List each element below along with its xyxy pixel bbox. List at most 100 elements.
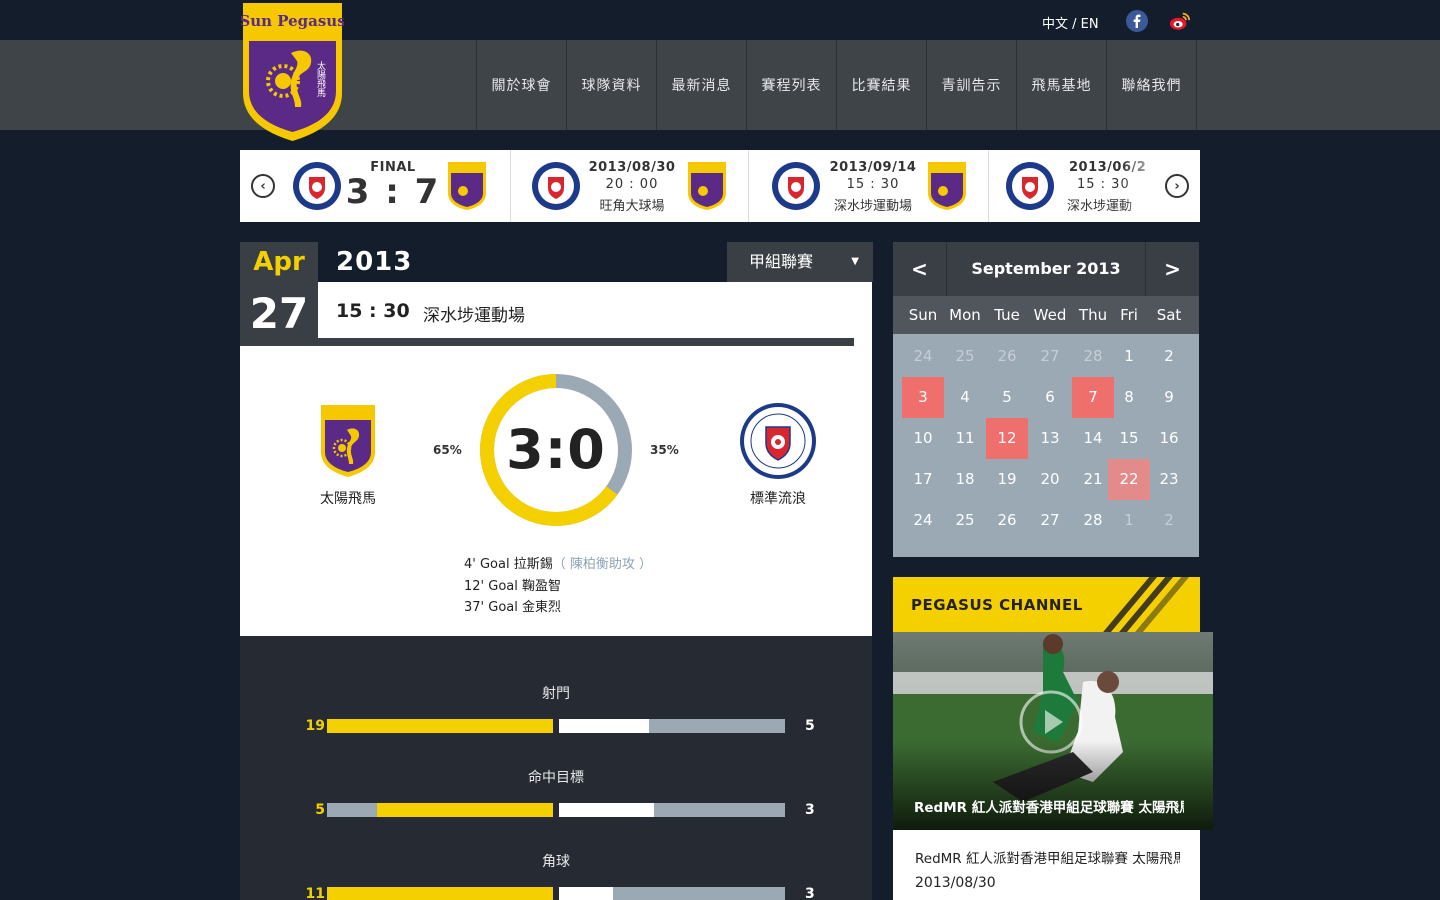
match-month: Apr [240,242,318,282]
fixture-date: 2013/09/14 [829,160,917,175]
fixture-time: 15 : 30 [846,177,900,192]
calendar-day[interactable]: 16 [1148,418,1190,459]
weekday-label: Sun [908,306,938,324]
calendar-day[interactable]: 1 [1108,336,1150,377]
weekday-label: Sat [1156,306,1182,324]
main-nav: 關於球會 球隊資料 最新消息 賽程列表 比賽結果 青訓告示 飛馬基地 聯絡我們 [476,40,1197,130]
carousel-fade [1120,150,1170,222]
channel-caption: RedMR 紅人派對香港甲組足球聯賽 太陽飛馬 [914,800,1184,816]
calendar-day[interactable]: 26 [986,336,1028,377]
match-day: 27 [240,282,318,346]
carousel-next-button[interactable]: › [1165,174,1189,198]
calendar-day[interactable]: 25 [944,336,986,377]
calendar-day[interactable]: 18 [944,459,986,500]
calendar-day-match[interactable]: 22 [1108,459,1150,500]
calendar-day[interactable]: 8 [1108,377,1150,418]
chevron-right-icon: › [1174,178,1180,194]
nav-base[interactable]: 飛馬基地 [1017,40,1107,130]
calendar-prev-button[interactable]: < [893,242,947,296]
calendar-day[interactable]: 4 [944,377,986,418]
nav-about[interactable]: 關於球會 [477,40,567,130]
weekday-label: Fri [1120,306,1138,324]
away-possession: 35% [650,443,679,457]
calendar-day-match[interactable]: 3 [902,377,944,418]
calendar-day[interactable]: 23 [1148,459,1190,500]
match-stats: 射門 19 5 命中目標 5 3 角球 11 3 [240,636,872,900]
channel-item-title[interactable]: RedMR 紅人派對香港甲組足球聯賽 太陽飛馬 [915,847,1180,867]
lang-en-link[interactable]: EN [1081,17,1099,32]
nav-team[interactable]: 球隊資料 [567,40,657,130]
facebook-icon[interactable] [1126,10,1148,32]
stat-away-bar [559,803,785,817]
calendar-header: < September 2013 > [893,242,1199,296]
fixture-card[interactable]: 2013/09/14 15 : 30 深水埗運動場 [748,150,988,222]
calendar-day[interactable]: 25 [944,500,986,541]
standard-rovers-badge-icon [1006,162,1054,210]
goal-event: 37' Goal 金東烈 [464,597,652,619]
calendar-day[interactable]: 24 [902,500,944,541]
match-card: 太陽飛馬 65% 3:0 35% 標準流浪 4' Goal 拉斯錫（ 陳柏衡助攻… [240,346,872,636]
nav-news[interactable]: 最新消息 [657,40,747,130]
match-year: 2013 [336,247,413,277]
fixture-score: 3 : 7 [345,172,441,212]
calendar-day[interactable]: 13 [1029,418,1071,459]
calendar-day[interactable]: 19 [986,459,1028,500]
lang-zh-link[interactable]: 中文 [1042,17,1068,32]
stat-home-shots: 19 [305,718,325,734]
stat-home-fill [376,803,553,817]
stat-label-corners: 角球 [542,854,570,870]
weekday-label: Wed [1033,306,1067,324]
nav-results[interactable]: 比賽結果 [837,40,927,130]
calendar-day[interactable]: 1 [1108,500,1150,541]
goal-events: 4' Goal 拉斯錫（ 陳柏衡助攻 ） 12' Goal 鞠盈智 37' Go… [464,554,652,619]
fixture-card[interactable]: 2013/08/30 20 : 00 旺角大球場 [510,150,748,222]
calendar-day[interactable]: 5 [986,377,1028,418]
goal-event-text: 37' Goal 金東烈 [464,600,561,615]
channel-item[interactable]: RedMR 紅人派對香港甲組足球聯賽 太陽飛馬 2013/08/30 [893,830,1200,900]
home-possession: 65% [433,443,462,457]
calendar-day[interactable]: 27 [1029,500,1071,541]
stat-label-shots: 射門 [542,686,570,702]
sun-pegasus-team-logo-icon [321,405,375,477]
calendar-day[interactable]: 24 [902,336,944,377]
chevron-left-icon: ‹ [260,178,266,194]
nav-youth[interactable]: 青訓告示 [927,40,1017,130]
lang-separator: / [1068,17,1081,32]
top-bar [0,0,1440,40]
stat-label-on-target: 命中目標 [528,770,584,786]
calendar-day[interactable]: 15 [1108,418,1150,459]
carousel-prev-button[interactable]: ‹ [251,174,275,198]
match-time-row: 15 : 30 深水埗運動場 [318,282,872,346]
fixture-date: 2013/08/30 [588,160,676,175]
calendar-day-match[interactable]: 12 [986,418,1028,459]
calendar-day[interactable]: 20 [1029,459,1071,500]
fixture-venue: 旺角大球場 [599,199,665,214]
goal-event-assist: （ 陳柏衡助攻 ） [552,557,652,572]
calendar-next-button[interactable]: > [1145,242,1199,296]
stat-home-bar [327,719,553,733]
calendar-day[interactable]: 26 [986,500,1028,541]
nav-fixtures[interactable]: 賽程列表 [747,40,837,130]
calendar-day[interactable]: 11 [944,418,986,459]
calendar-day[interactable]: 2 [1148,336,1190,377]
calendar-day[interactable]: 6 [1029,377,1071,418]
league-select-value: 甲組聯賽 [749,252,814,271]
match-venue: 深水埗運動場 [423,306,525,326]
calendar-day[interactable]: 27 [1029,336,1071,377]
league-select[interactable]: 甲組聯賽 ▼ [727,242,873,282]
weibo-icon[interactable] [1169,10,1191,32]
stat-away-bar [559,719,785,733]
fixture-card[interactable]: FINAL 3 : 7 [240,150,510,222]
nav-contact[interactable]: 聯絡我們 [1107,40,1197,130]
sun-pegasus-logo[interactable]: Sun Pegasus 太陽飛馬 [241,1,344,142]
stat-home-corners: 11 [305,886,325,900]
stat-away-on-target: 3 [805,802,815,818]
stat-away-bar [559,887,785,900]
stat-home-bar [327,803,553,817]
home-team-name: 太陽飛馬 [320,491,376,507]
calendar-day[interactable]: 2 [1148,500,1190,541]
standard-rovers-team-logo-icon [740,403,816,479]
calendar-day[interactable]: 17 [902,459,944,500]
calendar-day[interactable]: 9 [1148,377,1190,418]
calendar-day[interactable]: 10 [902,418,944,459]
